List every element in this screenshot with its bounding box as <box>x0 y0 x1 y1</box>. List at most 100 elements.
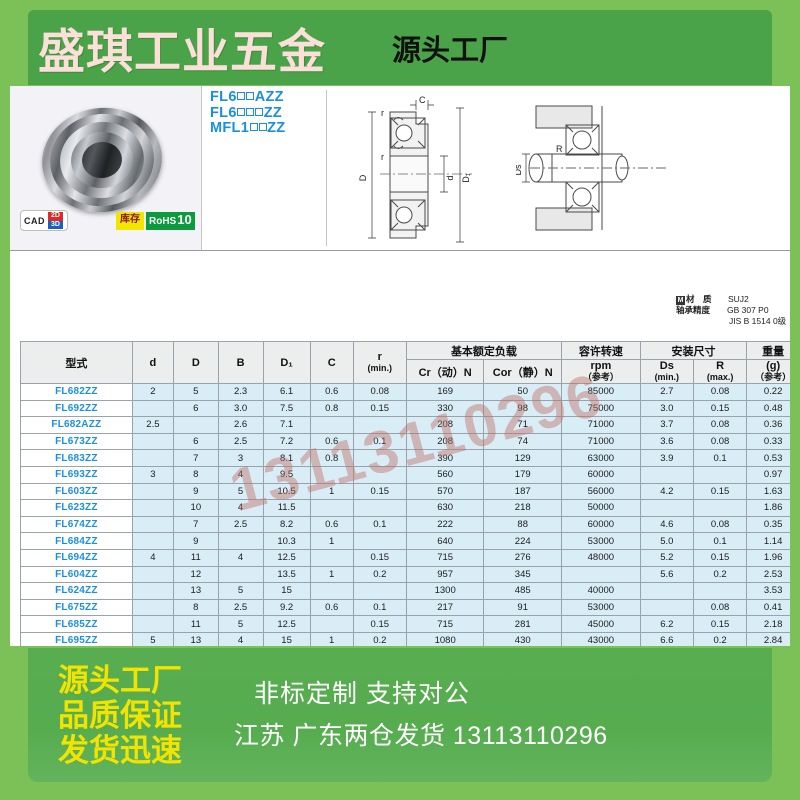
cell-rpm: 48000 <box>560 548 641 567</box>
cell-D: 13 <box>173 631 219 646</box>
cell-D: 7 <box>173 515 219 534</box>
cell-model[interactable]: FL675ZZ <box>20 598 133 617</box>
cell-B: 3 <box>217 449 264 467</box>
cell-ds: 6.2 <box>639 615 694 633</box>
th-model: 型式 <box>20 341 133 384</box>
cell-D1: 15 <box>262 631 311 646</box>
cell-d <box>131 515 175 534</box>
cell-model[interactable]: FL685ZZ <box>20 615 133 633</box>
cell-B: 5 <box>217 582 264 600</box>
cell-cor: 430 <box>483 631 562 646</box>
table-row: FL684ZZ 9 10.3 1 640 224 53000 5.0 0.1 1.14 <box>20 532 790 550</box>
precision-value: GB 307 P0 <box>727 305 769 315</box>
cell-ds: 5.6 <box>639 565 694 584</box>
cell-w: 3.53 <box>746 582 790 600</box>
cad-3d-badge[interactable]: 3D <box>48 220 63 229</box>
cell-rpm: 75000 <box>560 399 641 418</box>
cross-section-drawing: C r r D d D₁ <box>358 95 472 243</box>
cell-C: 0.8 <box>309 399 354 418</box>
th-weight-group: 重量 <box>746 341 790 360</box>
cell-model[interactable]: FL692ZZ <box>20 399 133 418</box>
cell-model[interactable]: FL683ZZ <box>20 449 133 467</box>
cell-cor: 129 <box>483 449 562 467</box>
cell-w: 1.14 <box>746 532 790 550</box>
cell-D1: 6.1 <box>262 383 311 401</box>
cell-D: 11 <box>173 548 219 567</box>
cell-C: 0.6 <box>309 432 354 451</box>
cell-D: 6 <box>173 432 219 451</box>
svg-text:Ds: Ds <box>516 164 523 175</box>
cell-C: 0.6 <box>309 515 354 534</box>
cell-model[interactable]: FL604ZZ <box>20 565 133 584</box>
th-ds-main: Ds <box>659 360 674 372</box>
placeholder-box-icon <box>255 107 264 116</box>
cell-R: 0.1 <box>692 532 748 550</box>
cell-B: 4 <box>217 499 264 517</box>
cell-d <box>131 432 175 451</box>
cell-ds: 5.0 <box>639 532 694 550</box>
spec-table-container[interactable]: 型式 d D B D₁ C r (min.) 基本额定负载 容许转速 安装尺寸 … <box>20 341 790 646</box>
cad-badge[interactable]: CAD 2D 3D <box>20 210 68 231</box>
cell-d <box>131 582 175 600</box>
cell-model[interactable]: FL603ZZ <box>20 482 133 501</box>
cell-model[interactable]: FL693ZZ <box>20 465 133 484</box>
cell-r <box>352 532 407 550</box>
placeholder-box-icon <box>258 123 267 131</box>
cell-model[interactable]: FL684ZZ <box>20 532 133 550</box>
th-B: B <box>217 341 264 384</box>
cell-rpm: 50000 <box>560 499 641 517</box>
cell-D: 10 <box>173 499 219 517</box>
th-speed-group: 容许转速 <box>560 341 641 360</box>
cell-w: 2.84 <box>746 631 790 646</box>
svg-text:R: R <box>556 144 563 154</box>
cell-B: 2.3 <box>217 383 264 401</box>
placeholder-box-icon <box>249 123 258 131</box>
cell-model[interactable]: FL623ZZ <box>20 499 133 517</box>
footer-slogan-3: 发货迅速 <box>58 732 182 768</box>
cell-d <box>131 598 175 617</box>
cell-model[interactable]: FL674ZZ <box>20 515 133 534</box>
cell-model[interactable]: FL682ZZ <box>20 383 133 401</box>
cell-model[interactable]: FL695ZZ <box>20 631 133 646</box>
cad-2d-badge[interactable]: 2D <box>48 212 63 221</box>
cell-cr: 208 <box>405 416 485 434</box>
table-row: FL604ZZ 12 13.5 1 0.2 957 345 5.6 0.2 2.53 <box>20 565 790 584</box>
cell-B: 5 <box>217 615 264 633</box>
cell-ds: 2.7 <box>639 383 694 401</box>
cell-R: 0.08 <box>692 432 748 451</box>
spec-table: 型式 d D B D₁ C r (min.) 基本额定负载 容许转速 安装尺寸 … <box>20 341 790 646</box>
th-rpm-sub: （参考） <box>582 372 619 382</box>
cell-r <box>352 582 407 600</box>
cell-model[interactable]: FL694ZZ <box>20 548 133 567</box>
cell-d: 2 <box>131 383 175 401</box>
cell-cor: 91 <box>483 598 562 617</box>
svg-text:d: d <box>445 175 455 180</box>
cell-D1: 9.5 <box>262 465 311 484</box>
precision-row: 轴承精度 GB 307 P0 <box>676 305 786 316</box>
cell-d: 4 <box>131 548 175 567</box>
material-row: M材 质 SUJ2 <box>676 294 786 305</box>
cell-model[interactable]: FL682AZZ <box>20 416 133 434</box>
cell-cor: 276 <box>483 548 562 567</box>
cell-B: 2.5 <box>217 598 264 617</box>
cell-rpm: 45000 <box>560 615 641 633</box>
th-D1: D₁ <box>262 341 311 384</box>
rohs-label: RoHS <box>149 216 177 227</box>
cell-B: 2.5 <box>217 432 264 451</box>
th-load-group: 基本额定负载 <box>405 341 562 360</box>
cell-rpm: 53000 <box>560 598 641 617</box>
cell-D1: 8.2 <box>262 515 311 534</box>
cell-C: 1 <box>309 482 354 501</box>
placeholder-box-icon <box>237 107 246 116</box>
th-ds: Ds (min.) <box>639 359 694 384</box>
cell-cr: 630 <box>405 499 485 517</box>
cell-R: 0.08 <box>692 383 748 401</box>
cell-model[interactable]: FL673ZZ <box>20 432 133 451</box>
cell-cor: 485 <box>483 582 562 600</box>
table-row: FL603ZZ 9 5 10.5 1 0.15 570 187 56000 4.2 0.15 1.63 <box>20 482 790 501</box>
cell-D <box>173 416 219 434</box>
cell-B: 3.0 <box>217 399 264 418</box>
cell-model[interactable]: FL624ZZ <box>20 582 133 600</box>
material-spec-block: M材 质 SUJ2 轴承精度 GB 307 P0 JIS B 1514 0级 <box>676 294 786 326</box>
part-number-1: FL6 AZZ <box>210 89 284 105</box>
